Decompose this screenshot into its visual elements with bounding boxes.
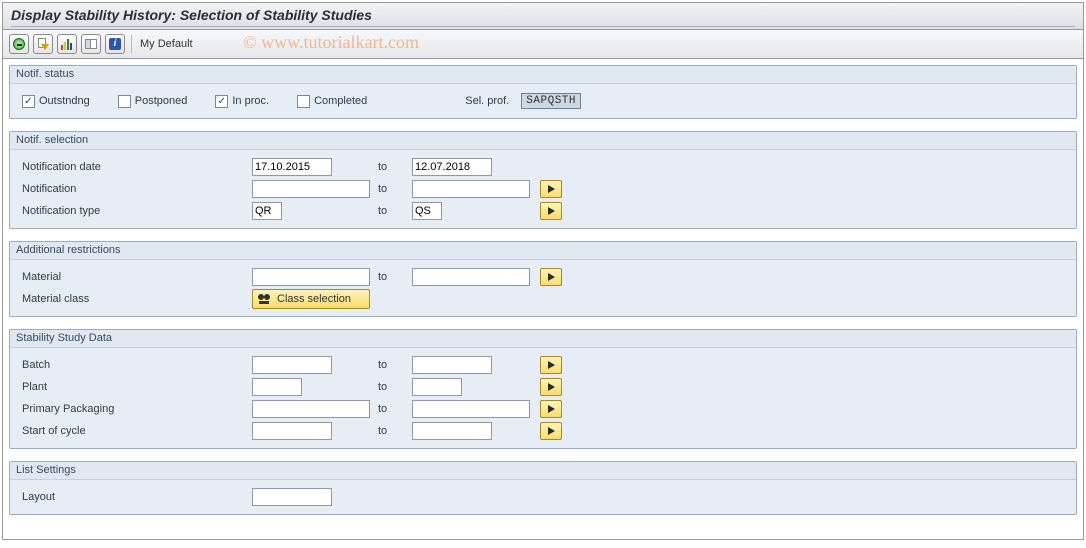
material-label: Material (22, 271, 252, 283)
info-icon: i (109, 38, 121, 50)
start-of-cycle-label: Start of cycle (22, 425, 252, 437)
material-multiselect-button[interactable] (540, 268, 562, 286)
completed-checkbox[interactable] (297, 95, 310, 108)
toolbar: i My Default © www.tutorialkart.com (3, 30, 1083, 59)
batch-multiselect-button[interactable] (540, 356, 562, 374)
my-default-button[interactable]: My Default (140, 38, 193, 50)
material-to-input[interactable] (412, 268, 530, 286)
arrow-right-icon (548, 273, 555, 281)
to-label: to (372, 271, 412, 283)
start-of-cycle-to-input[interactable] (412, 422, 492, 440)
to-label: to (372, 205, 412, 217)
variant-icon (37, 38, 49, 50)
batch-from-input[interactable] (252, 356, 332, 374)
notif-selection-group: Notif. selection Notification date to No… (9, 131, 1077, 229)
outstanding-checkbox[interactable]: ✓ (22, 95, 35, 108)
info-button[interactable]: i (105, 34, 125, 54)
notification-from-input[interactable] (252, 180, 370, 198)
primary-packaging-from-input[interactable] (252, 400, 370, 418)
page-title: Display Stability History: Selection of … (11, 7, 1075, 23)
watermark: © www.tutorialkart.com (243, 32, 419, 53)
sel-prof-label: Sel. prof. (465, 95, 509, 107)
arrow-right-icon (548, 185, 555, 193)
arrow-right-icon (548, 361, 555, 369)
notif-date-from-input[interactable] (252, 158, 332, 176)
list-settings-group: List Settings Layout (9, 461, 1077, 515)
material-class-label: Material class (22, 293, 252, 305)
additional-restrictions-group: Additional restrictions Material to Mate… (9, 241, 1077, 317)
to-label: to (372, 161, 412, 173)
class-selection-button[interactable]: Class selection (252, 289, 370, 309)
notif-status-title: Notif. status (10, 66, 1076, 84)
notif-type-to-input[interactable] (412, 202, 442, 220)
layout-input[interactable] (252, 488, 332, 506)
batch-to-input[interactable] (412, 356, 492, 374)
content-area: Notif. status ✓ Outstndng Postponed ✓ In… (3, 59, 1083, 539)
outstanding-label: Outstndng (39, 95, 90, 107)
notif-type-label: Notification type (22, 205, 252, 217)
batch-label: Batch (22, 359, 252, 371)
arrow-right-icon (548, 405, 555, 413)
material-from-input[interactable] (252, 268, 370, 286)
to-label: to (372, 381, 412, 393)
notif-type-from-input[interactable] (252, 202, 282, 220)
postponed-checkbox[interactable] (118, 95, 131, 108)
layout-icon (85, 39, 97, 49)
list-settings-title: List Settings (10, 462, 1076, 480)
to-label: to (372, 183, 412, 195)
arrow-right-icon (548, 207, 555, 215)
toolbar-separator (131, 35, 132, 53)
to-label: to (372, 359, 412, 371)
notif-date-to-input[interactable] (412, 158, 492, 176)
postponed-label: Postponed (135, 95, 188, 107)
plant-to-input[interactable] (412, 378, 462, 396)
arrow-right-icon (548, 383, 555, 391)
execute-icon (13, 38, 25, 50)
additional-restrictions-title: Additional restrictions (10, 242, 1076, 260)
plant-multiselect-button[interactable] (540, 378, 562, 396)
stability-study-data-title: Stability Study Data (10, 330, 1076, 348)
completed-label: Completed (314, 95, 367, 107)
notification-label: Notification (22, 183, 252, 195)
primary-packaging-label: Primary Packaging (22, 403, 252, 415)
selection-options-button[interactable] (57, 34, 77, 54)
start-of-cycle-multiselect-button[interactable] (540, 422, 562, 440)
plant-from-input[interactable] (252, 378, 302, 396)
notif-status-group: Notif. status ✓ Outstndng Postponed ✓ In… (9, 65, 1077, 119)
start-of-cycle-from-input[interactable] (252, 422, 332, 440)
notif-selection-title: Notif. selection (10, 132, 1076, 150)
to-label: to (372, 403, 412, 415)
to-label: to (372, 425, 412, 437)
primary-packaging-to-input[interactable] (412, 400, 530, 418)
inproc-checkbox[interactable]: ✓ (215, 95, 228, 108)
execute-button[interactable] (9, 34, 29, 54)
layout-label: Layout (22, 491, 252, 503)
get-variant-button[interactable] (33, 34, 53, 54)
stability-study-data-group: Stability Study Data Batch to Plant to (9, 329, 1077, 449)
title-bar: Display Stability History: Selection of … (3, 2, 1083, 30)
layout-button[interactable] (81, 34, 101, 54)
arrow-right-icon (548, 427, 555, 435)
notification-to-input[interactable] (412, 180, 530, 198)
inproc-label: In proc. (232, 95, 269, 107)
binoculars-icon (257, 293, 271, 305)
notif-type-multiselect-button[interactable] (540, 202, 562, 220)
app-frame: Display Stability History: Selection of … (2, 2, 1084, 540)
title-underline (11, 26, 1075, 27)
bars-icon (61, 38, 73, 50)
notif-date-label: Notification date (22, 161, 252, 173)
sel-prof-value[interactable]: SAPQSTH (521, 93, 581, 109)
class-selection-label: Class selection (277, 293, 351, 305)
notification-multiselect-button[interactable] (540, 180, 562, 198)
primary-packaging-multiselect-button[interactable] (540, 400, 562, 418)
plant-label: Plant (22, 381, 252, 393)
